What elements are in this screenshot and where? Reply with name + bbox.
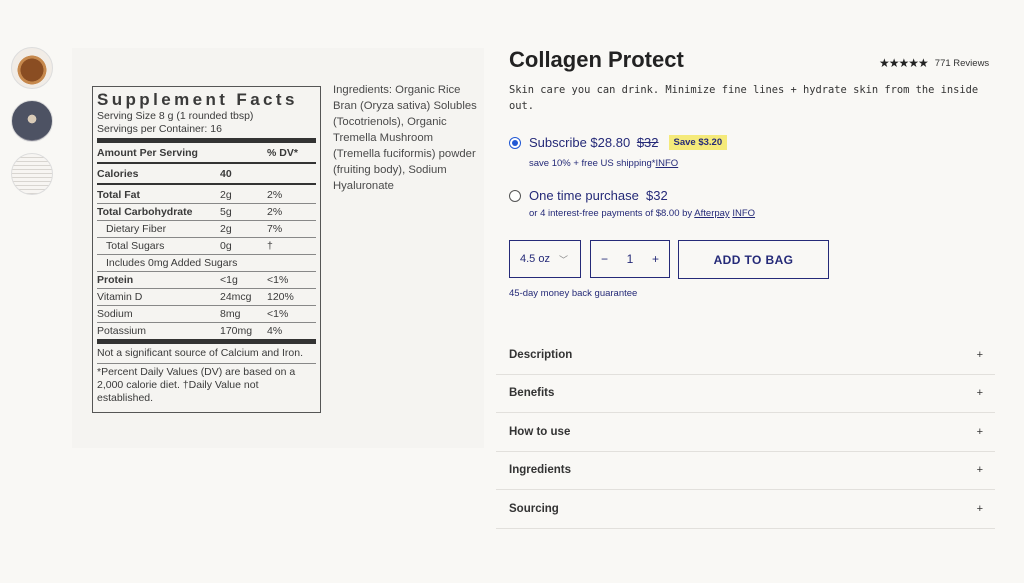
old-price: $32: [636, 135, 659, 150]
quantity-value[interactable]: 1: [627, 252, 634, 266]
facts-row-calories: Calories 40: [97, 167, 232, 180]
facts-header-row: Amount Per Serving % DV*: [97, 146, 298, 159]
afterpay-link[interactable]: Afterpay: [694, 208, 729, 219]
plus-icon: +: [976, 502, 983, 515]
afterpay-info-link[interactable]: INFO: [732, 208, 755, 219]
product-title: Collagen Protect: [509, 47, 684, 72]
product-image: Supplement Facts Serving Size 8 g (1 rou…: [72, 48, 484, 448]
save-badge: Save $3.20: [668, 135, 728, 150]
facts-footnote: *Percent Daily Values (DV) are based on …: [97, 363, 316, 405]
add-to-bag-button[interactable]: ADD TO BAG: [678, 240, 829, 279]
divider: [97, 183, 316, 185]
increment-button[interactable]: +: [652, 252, 659, 266]
servings-per-container: Servings per Container: 16: [97, 123, 222, 135]
onetime-radio[interactable]: [509, 189, 521, 202]
star-rating-icon: ★★★★★: [879, 56, 929, 70]
size-select[interactable]: 4.5 oz ﹀: [509, 240, 581, 278]
accordion-sourcing[interactable]: Sourcing +: [496, 490, 995, 529]
onetime-note: or 4 interest-free payments of $8.00 by …: [529, 208, 756, 219]
thumbnail-strip: [11, 47, 55, 206]
subscribe-option[interactable]: Subscribe $28.80 $32 Save $3.20: [509, 135, 728, 150]
facts-row: Sodium 8mg <1%: [97, 305, 316, 322]
facts-note: Not a significant source of Calcium and …: [97, 347, 304, 359]
subscribe-label: Subscribe $28.80 $32: [529, 135, 659, 150]
subscribe-note: save 10% + free US shipping*INFO: [529, 158, 679, 169]
plus-icon: +: [976, 348, 983, 361]
product-subtitle: Skin care you can drink. Minimize fine l…: [509, 84, 979, 112]
ingredients-text: Ingredients: Organic Rice Bran (Oryza sa…: [333, 84, 477, 192]
rating[interactable]: ★★★★★ 771 Reviews: [879, 56, 989, 70]
subscribe-info-link[interactable]: INFO: [655, 158, 678, 169]
facts-row: Total Sugars 0g †: [97, 237, 316, 254]
facts-row: Includes 0mg Added Sugars: [97, 254, 316, 271]
facts-row: Dietary Fiber 2g 7%: [97, 220, 316, 237]
details-accordion: Description + Benefits + How to use + In…: [496, 336, 995, 529]
supplement-facts-label: Supplement Facts Serving Size 8 g (1 rou…: [92, 86, 321, 413]
label-photo-icon[interactable]: [11, 153, 53, 195]
accordion-benefits[interactable]: Benefits +: [496, 375, 995, 413]
jar-photo-icon[interactable]: [11, 47, 53, 89]
facts-row: Protein <1g <1%: [97, 271, 316, 288]
divider: [97, 162, 316, 164]
reviews-link[interactable]: 771 Reviews: [935, 58, 989, 69]
chevron-down-icon: ﹀: [558, 254, 568, 265]
facts-row: Potassium 170mg 4%: [97, 322, 316, 339]
onetime-option[interactable]: One time purchase $32: [509, 188, 668, 203]
plus-icon: +: [976, 425, 983, 438]
divider: [97, 138, 316, 143]
facts-title: Supplement Facts: [97, 90, 298, 109]
subscribe-radio[interactable]: [509, 136, 521, 149]
serving-size: Serving Size 8 g (1 rounded tbsp): [97, 110, 254, 122]
facts-row: Vitamin D 24mcg 120%: [97, 288, 316, 305]
quantity-stepper: − 1 +: [590, 240, 670, 278]
accordion-description[interactable]: Description +: [496, 336, 995, 375]
onetime-label: One time purchase $32: [529, 188, 668, 203]
facts-row: Total Carbohydrate 5g 2%: [97, 203, 316, 220]
divider: [97, 339, 316, 344]
accordion-how-to-use[interactable]: How to use +: [496, 413, 995, 452]
facts-row: Total Fat 2g 2%: [97, 188, 283, 201]
plus-icon: +: [976, 387, 983, 400]
accordion-ingredients[interactable]: Ingredients +: [496, 452, 995, 490]
guarantee-text: 45-day money back guarantee: [509, 288, 638, 299]
decrement-button[interactable]: −: [601, 252, 608, 266]
plus-icon: +: [976, 464, 983, 477]
powder-photo-icon[interactable]: [11, 100, 53, 142]
